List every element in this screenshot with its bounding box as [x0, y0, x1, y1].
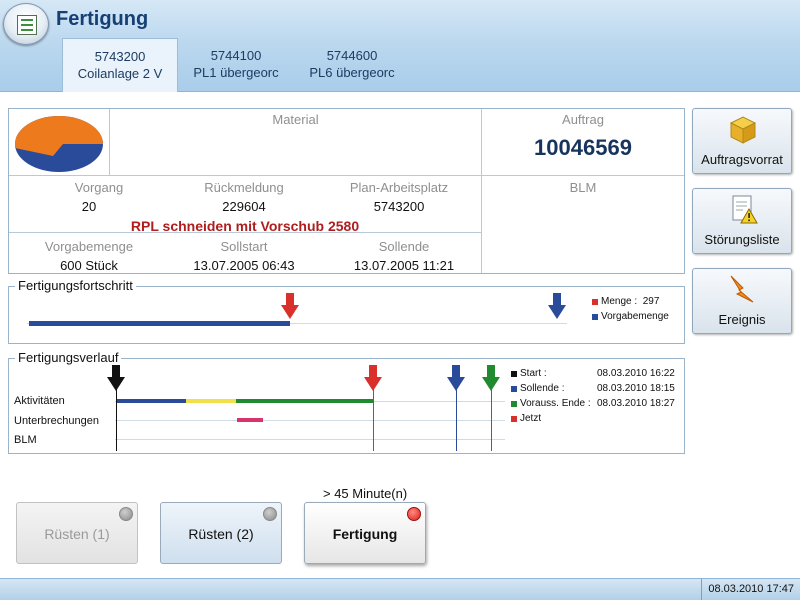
expected-end-marker-icon: [482, 365, 500, 391]
vorgabe-legend-swatch: [592, 314, 598, 320]
material-label: Material: [272, 112, 319, 127]
company-logo-icon: [15, 116, 103, 172]
fertigung-label: Fertigung: [332, 526, 398, 542]
status-datetime: 08.03.2010 17:47: [701, 579, 800, 600]
row-label-blm: BLM: [14, 434, 37, 446]
timeline-title: Fertigungsverlauf: [15, 350, 122, 365]
tab-5744100[interactable]: 5744100 PL1 übergeorc: [178, 38, 294, 92]
vorgang-value: 20: [81, 199, 97, 214]
start-marker-icon: [107, 365, 125, 391]
lightning-icon: [730, 275, 754, 303]
order-info-panel: Material Auftrag 10046569 Vorgang 20 Rüc…: [8, 108, 685, 274]
rueckmeldung-label: Rückmeldung: [204, 180, 284, 195]
ruesten-1-button[interactable]: Rüsten (1): [16, 502, 138, 564]
sollende-legend-label: Sollende :: [520, 383, 565, 394]
auftragsvorrat-button[interactable]: Auftragsvorrat: [692, 108, 792, 174]
tab-5744600[interactable]: 5744600 PL6 übergeorc: [294, 38, 410, 92]
start-legend-swatch: [511, 371, 517, 377]
ruesten-2-button[interactable]: Rüsten (2): [160, 502, 282, 564]
header-bar: Fertigung 5743200 Coilanlage 2 V 5744100…: [0, 0, 800, 92]
tab-number: 5743200: [94, 49, 146, 64]
sollende-legend-time: 08.03.2010 18:15: [597, 383, 675, 394]
row-label-aktivitaeten: Aktivitäten: [14, 395, 65, 407]
production-timeline-panel: Fertigungsverlauf Aktivitäten Unterbrech…: [8, 350, 685, 454]
app-menu-button[interactable]: [3, 3, 49, 45]
sollende-value: 13.07.2005 11:21: [353, 258, 455, 273]
sollstart-label: Sollstart: [220, 239, 268, 254]
rueckmeldung-value: 229604: [222, 199, 266, 214]
tab-5743200[interactable]: 5743200 Coilanlage 2 V: [62, 38, 178, 92]
fertigung-button[interactable]: Fertigung: [304, 502, 426, 564]
row-label-unterbrechungen: Unterbrechungen: [14, 415, 100, 427]
expected-end-legend-swatch: [511, 401, 517, 407]
page-title: Fertigung: [56, 8, 149, 30]
now-marker-icon: [364, 365, 382, 391]
auftrag-value: 10046569: [534, 135, 632, 160]
status-led-icon: [119, 507, 133, 521]
start-legend-label: Start :: [520, 368, 547, 379]
current-quantity-marker-icon: [281, 293, 299, 319]
planned-end-marker-icon: [447, 365, 465, 391]
menge-legend-label: Menge : 297: [601, 296, 660, 307]
ruesten-1-label: Rüsten (1): [44, 526, 110, 542]
activity-bar-segment: [236, 399, 373, 403]
plan-arbeitsplatz-value: 5743200: [373, 199, 425, 214]
document-icon: [17, 15, 37, 35]
expected-end-legend-label: Vorauss. Ende :: [520, 398, 591, 409]
auftrag-label: Auftrag: [562, 112, 604, 127]
tab-number: 5744100: [210, 48, 262, 63]
vorgabe-legend-label: Vorgabemenge: [601, 311, 669, 322]
warning-document-icon: [732, 195, 758, 224]
vorgabemenge-value: 600 Stück: [60, 258, 118, 273]
status-led-icon: [263, 507, 277, 521]
progress-title: Fertigungsfortschritt: [15, 278, 136, 293]
package-icon: [729, 116, 757, 144]
tab-number: 5744600: [326, 48, 378, 63]
status-bar: 08.03.2010 17:47: [0, 578, 800, 600]
activity-bar-segment: [186, 399, 236, 403]
blm-label: BLM: [569, 180, 597, 195]
duration-info: > 45 Minute(n): [323, 486, 408, 501]
ereignis-label: Ereignis: [718, 312, 766, 327]
stoerungsliste-button[interactable]: Störungsliste: [692, 188, 792, 254]
menge-legend-value: 297: [642, 296, 660, 307]
vorgabemenge-label: Vorgabemenge: [44, 239, 134, 254]
active-status-led-icon: [407, 507, 421, 521]
now-legend-label: Jetzt: [520, 413, 542, 424]
sollende-legend-swatch: [511, 386, 517, 392]
auftragsvorrat-label: Auftragsvorrat: [701, 152, 783, 167]
target-quantity-marker-icon: [548, 293, 566, 319]
vorgang-label: Vorgang: [74, 180, 124, 195]
expected-end-legend-time: 08.03.2010 18:27: [597, 398, 675, 409]
tab-name: PL6 übergeorc: [309, 65, 395, 80]
now-legend-swatch: [511, 416, 517, 422]
start-legend-time: 08.03.2010 16:22: [597, 368, 675, 379]
sollende-label: Sollende: [378, 239, 430, 254]
sollstart-value: 13.07.2005 06:43: [193, 258, 295, 273]
interruption-bar: [237, 418, 263, 422]
activity-bar-segment: [116, 399, 186, 403]
menge-legend-swatch: [592, 299, 598, 305]
progress-bar: [29, 321, 290, 326]
production-progress-panel: Fertigungsfortschritt Menge : 297 Vorgab…: [8, 278, 685, 344]
operation-text: RPL schneiden mit Vorschub 2580: [130, 218, 360, 234]
plan-arbeitsplatz-label: Plan-Arbeitsplatz: [349, 180, 449, 195]
ruesten-2-label: Rüsten (2): [188, 526, 254, 542]
tab-name: Coilanlage 2 V: [77, 66, 163, 81]
ereignis-button[interactable]: Ereignis: [692, 268, 792, 334]
stoerungsliste-label: Störungsliste: [704, 232, 780, 247]
workplace-tabs: 5743200 Coilanlage 2 V 5744100 PL1 überg…: [62, 38, 410, 92]
tab-name: PL1 übergeorc: [193, 65, 279, 80]
